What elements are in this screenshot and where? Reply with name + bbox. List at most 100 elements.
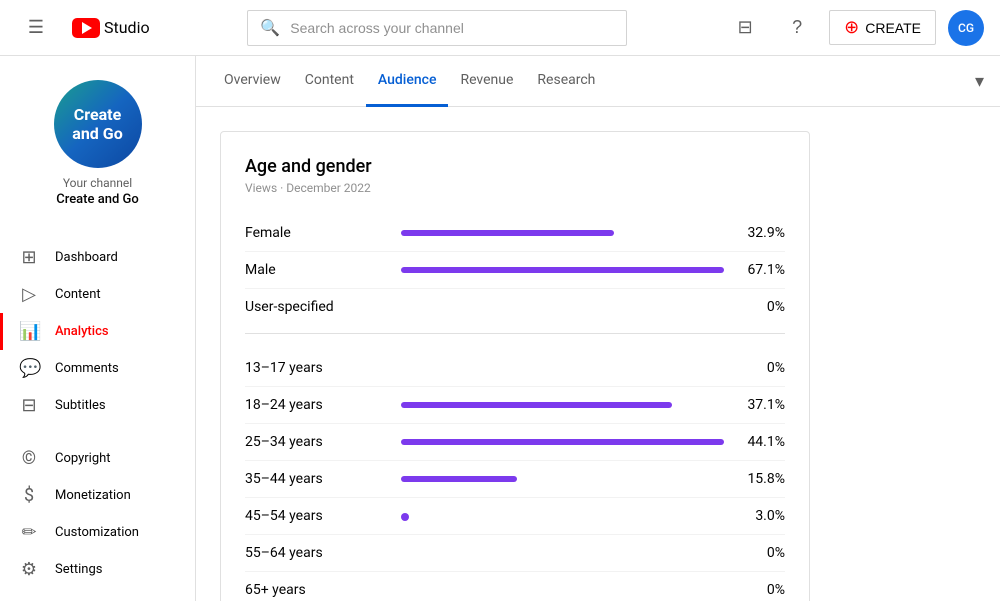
- age-55-64-label: 55–64 years: [245, 545, 385, 561]
- user-specified-bar-track: [401, 304, 724, 310]
- age-25-34-fill: [401, 439, 724, 445]
- gender-section: Female 32.9% Male 67.1% Us: [245, 215, 785, 325]
- age-35-44-value: 15.8%: [740, 471, 785, 487]
- customization-label: Customization: [55, 525, 139, 540]
- age-25-34-label: 25–34 years: [245, 434, 385, 450]
- bar-row-25-34: 25–34 years 44.1%: [245, 424, 785, 461]
- age-section: 13–17 years 0% 18–24 years 37.1%: [245, 350, 785, 601]
- age-18-24-track: [401, 402, 724, 408]
- age-45-54-label: 45–54 years: [245, 508, 385, 524]
- bar-row-65-plus: 65+ years 0%: [245, 572, 785, 601]
- tabs-bar: Overview Content Audience Revenue Resear…: [196, 56, 1000, 107]
- bar-row-13-17: 13–17 years 0%: [245, 350, 785, 387]
- female-label: Female: [245, 225, 385, 241]
- age-18-24-fill: [401, 402, 672, 408]
- sidebar-item-analytics[interactable]: 📊 Analytics: [0, 313, 195, 350]
- subtitles-icon: ⊟: [19, 395, 39, 416]
- bar-row-18-24: 18–24 years 37.1%: [245, 387, 785, 424]
- avatar[interactable]: CG: [948, 10, 984, 46]
- age-55-64-value: 0%: [740, 545, 785, 561]
- bar-row-male: Male 67.1%: [245, 252, 785, 289]
- tab-revenue[interactable]: Revenue: [448, 56, 525, 107]
- customization-icon: ✏: [19, 522, 39, 543]
- age-35-44-track: [401, 476, 724, 482]
- tab-research[interactable]: Research: [525, 56, 607, 107]
- your-channel-label: Your channel: [63, 176, 132, 190]
- page-content: Age and gender Views · December 2022 Fem…: [196, 107, 1000, 601]
- bar-row-user-specified: User-specified 0%: [245, 289, 785, 325]
- comments-icon: 💬: [19, 358, 39, 379]
- content-area: Overview Content Audience Revenue Resear…: [196, 56, 1000, 601]
- content-icon: ▷: [19, 284, 39, 305]
- analytics-icon: 📊: [19, 321, 39, 342]
- age-25-34-track: [401, 439, 724, 445]
- age-35-44-label: 35–44 years: [245, 471, 385, 487]
- age-45-54-fill: [401, 513, 409, 521]
- sidebar-item-content[interactable]: ▷ Content: [0, 276, 195, 313]
- age-13-17-label: 13–17 years: [245, 360, 385, 376]
- age-45-54-value: 3.0%: [740, 508, 785, 524]
- copyright-label: Copyright: [55, 451, 111, 466]
- age-gender-card: Age and gender Views · December 2022 Fem…: [220, 131, 810, 601]
- create-button[interactable]: ⊕ CREATE: [829, 10, 936, 45]
- sidebar-item-settings[interactable]: ⚙ Settings: [0, 551, 195, 588]
- age-35-44-fill: [401, 476, 517, 482]
- feedback-icon-button[interactable]: ⊟: [725, 8, 765, 48]
- sidebar-item-customization[interactable]: ✏ Customization: [0, 514, 195, 551]
- age-65-plus-track: [401, 587, 724, 593]
- dashboard-icon: ⊞: [19, 247, 39, 268]
- age-45-54-track: [401, 513, 724, 519]
- monetization-label: Monetization: [55, 488, 131, 503]
- channel-avatar[interactable]: Createand Go: [54, 80, 142, 168]
- bar-row-35-44: 35–44 years 15.8%: [245, 461, 785, 498]
- create-label: CREATE: [865, 20, 921, 36]
- age-18-24-label: 18–24 years: [245, 397, 385, 413]
- content-label: Content: [55, 287, 101, 302]
- sidebar-item-monetization[interactable]: $ Monetization: [0, 477, 195, 514]
- menu-button[interactable]: ☰: [16, 8, 56, 48]
- sidebar-item-comments[interactable]: 💬 Comments: [0, 350, 195, 387]
- search-icon: 🔍: [260, 18, 280, 37]
- male-value: 67.1%: [740, 262, 785, 278]
- sidebar-item-copyright[interactable]: © Copyright: [0, 440, 195, 477]
- tabs-more-icon[interactable]: ▾: [975, 71, 984, 92]
- sidebar-item-subtitles[interactable]: ⊟ Subtitles: [0, 387, 195, 424]
- youtube-icon: [72, 18, 100, 38]
- topbar: ☰ Studio 🔍 ⊟ ? ⊕ CREATE CG: [0, 0, 1000, 56]
- female-bar-track: [401, 230, 724, 236]
- tab-audience[interactable]: Audience: [366, 56, 449, 107]
- search-input[interactable]: [290, 20, 614, 36]
- bar-row-female: Female 32.9%: [245, 215, 785, 252]
- age-13-17-value: 0%: [740, 360, 785, 376]
- card-title: Age and gender: [245, 156, 785, 177]
- female-bar-fill: [401, 230, 614, 236]
- female-value: 32.9%: [740, 225, 785, 241]
- create-plus-icon: ⊕: [844, 17, 859, 38]
- yt-logo: Studio: [72, 18, 150, 38]
- settings-icon: ⚙: [19, 559, 39, 580]
- search-input-wrap[interactable]: 🔍: [247, 10, 627, 46]
- age-13-17-track: [401, 365, 724, 371]
- help-icon-button[interactable]: ?: [777, 8, 817, 48]
- sidebar-item-dashboard[interactable]: ⊞ Dashboard: [0, 239, 195, 276]
- channel-name: Create and Go: [56, 192, 139, 207]
- settings-label: Settings: [55, 562, 102, 577]
- user-specified-label: User-specified: [245, 299, 385, 315]
- age-18-24-value: 37.1%: [740, 397, 785, 413]
- section-divider: [245, 333, 785, 334]
- subtitles-label: Subtitles: [55, 398, 106, 413]
- male-bar-fill: [401, 267, 724, 273]
- age-65-plus-value: 0%: [740, 582, 785, 598]
- male-bar-track: [401, 267, 724, 273]
- analytics-label: Analytics: [55, 324, 109, 339]
- age-65-plus-label: 65+ years: [245, 582, 385, 598]
- topbar-right: ⊟ ? ⊕ CREATE CG: [725, 8, 984, 48]
- card-subtitle: Views · December 2022: [245, 181, 785, 195]
- bar-row-45-54: 45–54 years 3.0%: [245, 498, 785, 535]
- tab-overview[interactable]: Overview: [212, 56, 293, 107]
- search-bar: 🔍: [150, 10, 726, 46]
- tab-content[interactable]: Content: [293, 56, 366, 107]
- comments-label: Comments: [55, 361, 119, 376]
- sidebar: Createand Go Your channel Create and Go …: [0, 56, 196, 601]
- studio-label: Studio: [104, 18, 150, 37]
